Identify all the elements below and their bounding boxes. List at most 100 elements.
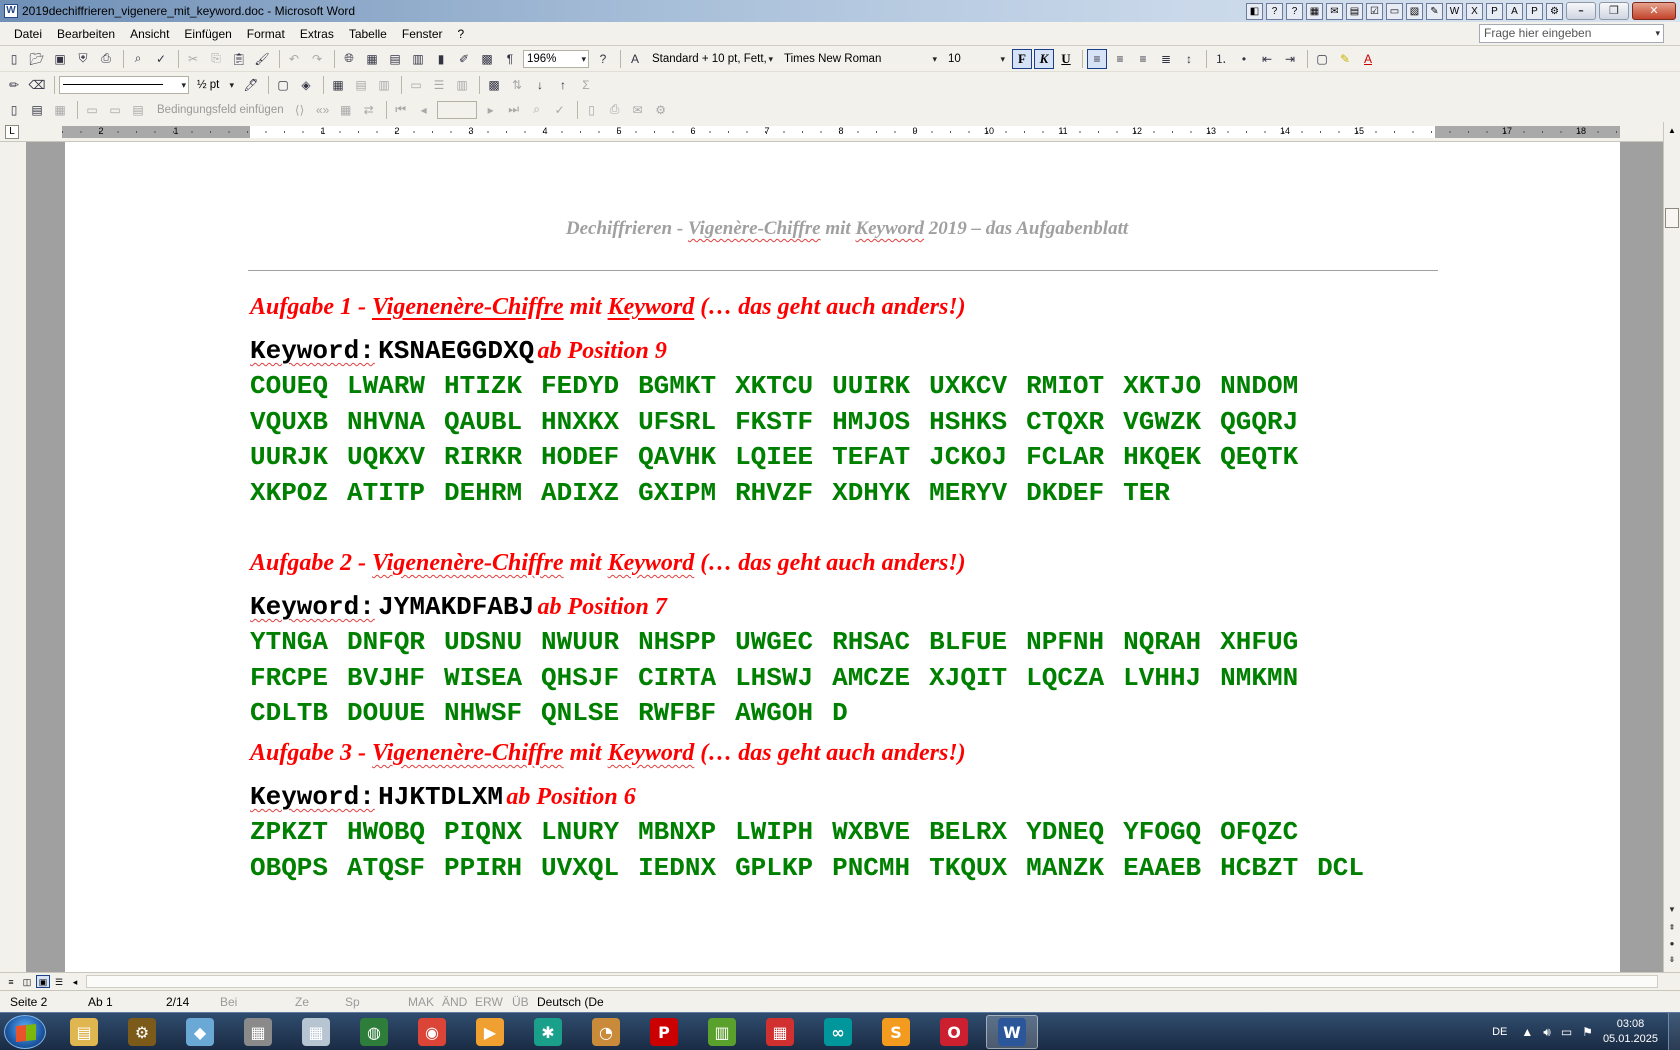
checklist-icon[interactable]: ☑: [1366, 2, 1383, 20]
taskbar-app-opera[interactable]: O: [928, 1015, 980, 1049]
mail-icon[interactable]: ✉: [1326, 2, 1343, 20]
line-weight-select[interactable]: ½ pt ▾: [193, 76, 237, 94]
border-color-icon[interactable]: 🖊︎: [241, 75, 261, 95]
sort-ascending-icon[interactable]: ↓: [530, 75, 550, 95]
taskbar-app-word[interactable]: W: [986, 1015, 1038, 1049]
align-center-icon[interactable]: ≡: [1110, 49, 1130, 69]
zoom-select[interactable]: 196% ▾: [523, 49, 589, 68]
main-document-setup-icon[interactable]: ▯: [4, 100, 24, 120]
draw-table-pencil-icon[interactable]: ✏: [4, 75, 24, 95]
taskbar-app-gear-app[interactable]: ⚙: [116, 1015, 168, 1049]
language-indicator[interactable]: DE: [1492, 1026, 1507, 1038]
decrease-indent-icon[interactable]: ⇤: [1257, 49, 1277, 69]
spelling-icon[interactable]: ✓: [151, 49, 171, 69]
columns-icon[interactable]: ▮: [431, 49, 451, 69]
taskbar-app-archive[interactable]: ▦: [232, 1015, 284, 1049]
menu-einfuegen[interactable]: Einfügen: [184, 27, 231, 41]
clock[interactable]: 03:08 05.01.2025: [1603, 1017, 1658, 1047]
drawing-icon[interactable]: ✐: [454, 49, 474, 69]
insert-table-icon-2[interactable]: ▦: [328, 75, 348, 95]
word-quick-icon[interactable]: W: [1446, 2, 1463, 20]
menu-help[interactable]: ?: [458, 27, 465, 41]
taskbar-app-globe[interactable]: ◍: [348, 1015, 400, 1049]
find-entry-icon[interactable]: ⌕: [527, 100, 547, 120]
volume-icon[interactable]: 🔊︎: [1543, 1025, 1551, 1040]
previous-page-icon[interactable]: ⇞: [1664, 920, 1680, 936]
menu-fenster[interactable]: Fenster: [402, 27, 443, 41]
last-record-icon[interactable]: ⏭: [504, 100, 524, 120]
browse-object-icon[interactable]: ●: [1664, 936, 1680, 952]
styles-icon[interactable]: A: [625, 49, 645, 69]
status-language[interactable]: Deutsch (De: [537, 995, 604, 1009]
tables-borders-icon[interactable]: ▦: [362, 49, 382, 69]
format-painter-icon[interactable]: 🖌︎: [252, 49, 272, 69]
justify-icon[interactable]: ≣: [1156, 49, 1176, 69]
insert-merge-fields-icon[interactable]: ▤: [128, 100, 148, 120]
access-quick-icon[interactable]: A: [1506, 2, 1523, 20]
show-desktop-button[interactable]: [1668, 1013, 1680, 1050]
next-page-icon[interactable]: ⇟: [1664, 952, 1680, 968]
print-layout-icon[interactable]: ▣: [36, 975, 50, 988]
start-button[interactable]: [4, 1015, 46, 1049]
split-cells-icon[interactable]: ▥: [374, 75, 394, 95]
next-record-icon[interactable]: ▸: [481, 100, 501, 120]
ruler-scroll-up-icon[interactable]: ▲: [1663, 122, 1680, 142]
horizontal-scrollbar[interactable]: [86, 975, 1658, 988]
increase-indent-icon[interactable]: ⇥: [1280, 49, 1300, 69]
bullets-icon[interactable]: •: [1234, 49, 1254, 69]
bold-button[interactable]: F: [1012, 48, 1032, 69]
shading-color-icon[interactable]: ◈: [296, 75, 316, 95]
sort-descending-icon[interactable]: ↑: [553, 75, 573, 95]
word-app-icon[interactable]: W: [4, 4, 18, 18]
menu-datei[interactable]: Datei: [14, 27, 42, 41]
calendar-icon[interactable]: ▤: [1346, 2, 1363, 20]
chevron-down-icon[interactable]: ▾: [1655, 25, 1660, 42]
recipients-icon[interactable]: ▦: [50, 100, 70, 120]
line-spacing-icon[interactable]: ↕: [1179, 49, 1199, 69]
taskbar-app-sublime[interactable]: S: [870, 1015, 922, 1049]
font-select[interactable]: Times New Roman ▾: [780, 50, 940, 68]
menu-format[interactable]: Format: [247, 27, 285, 41]
merge-settings-icon[interactable]: ⚙: [651, 100, 671, 120]
underline-button[interactable]: U: [1056, 49, 1076, 69]
insert-address-icon[interactable]: ▭: [82, 100, 102, 120]
taskbar-app-calculator[interactable]: ▦: [290, 1015, 342, 1049]
autosum-icon[interactable]: Σ: [576, 75, 596, 95]
menu-tabelle[interactable]: Tabelle: [349, 27, 387, 41]
taskbar-app-spreadsheet[interactable]: ▥: [696, 1015, 748, 1049]
print-icon[interactable]: ⎙: [96, 49, 116, 69]
first-record-icon[interactable]: ⏮: [391, 100, 411, 120]
taskbar-app-mondrian-app[interactable]: ▦: [754, 1015, 806, 1049]
previous-record-icon[interactable]: ◂: [414, 100, 434, 120]
document-page[interactable]: Dechiffrieren - Vigenère-Chiffre mit Key…: [65, 142, 1620, 972]
taskbar-app-paint[interactable]: ◔: [580, 1015, 632, 1049]
align-left-icon[interactable]: ≡: [1087, 48, 1107, 69]
field-codes-icon[interactable]: ⟨⟩: [290, 100, 310, 120]
document-map-icon[interactable]: ▩: [477, 49, 497, 69]
status-track-changes[interactable]: ÄND: [442, 995, 467, 1009]
eraser-icon[interactable]: ⌫: [27, 75, 47, 95]
style-select[interactable]: Standard + 10 pt, Fett, ▾: [648, 50, 776, 68]
view-merged-data-icon[interactable]: «»: [313, 100, 333, 120]
merge-to-new-doc-icon[interactable]: ▯: [582, 100, 602, 120]
vertical-scrollbar[interactable]: ▼ ⇞ ● ⇟: [1663, 142, 1680, 972]
align-cell-icon[interactable]: ▭: [406, 75, 426, 95]
minimize-button[interactable]: –: [1566, 2, 1596, 20]
clipboard-icon[interactable]: ▧: [1406, 2, 1423, 20]
taskbar-app-media-player[interactable]: ▶: [464, 1015, 516, 1049]
copy-icon[interactable]: ⎘: [206, 49, 226, 69]
save-icon[interactable]: ▣: [50, 49, 70, 69]
highlight-fields-icon[interactable]: ▦: [336, 100, 356, 120]
line-style-select[interactable]: ▾: [59, 75, 189, 94]
powerpoint-quick-icon[interactable]: P: [1486, 2, 1503, 20]
outline-view-icon[interactable]: ☰: [52, 975, 66, 988]
card-icon[interactable]: ▭: [1386, 2, 1403, 20]
numbering-icon[interactable]: ⒈: [1211, 49, 1231, 69]
network-icon[interactable]: ▭: [1561, 1025, 1572, 1039]
excel-quick-icon[interactable]: X: [1466, 2, 1483, 20]
permission-icon[interactable]: ⛨: [73, 49, 93, 69]
check-errors-icon[interactable]: ✓: [550, 100, 570, 120]
print-preview-icon[interactable]: ⌕: [128, 49, 148, 69]
new-document-icon[interactable]: ▯: [4, 49, 24, 69]
insert-table-icon[interactable]: ▤: [385, 49, 405, 69]
